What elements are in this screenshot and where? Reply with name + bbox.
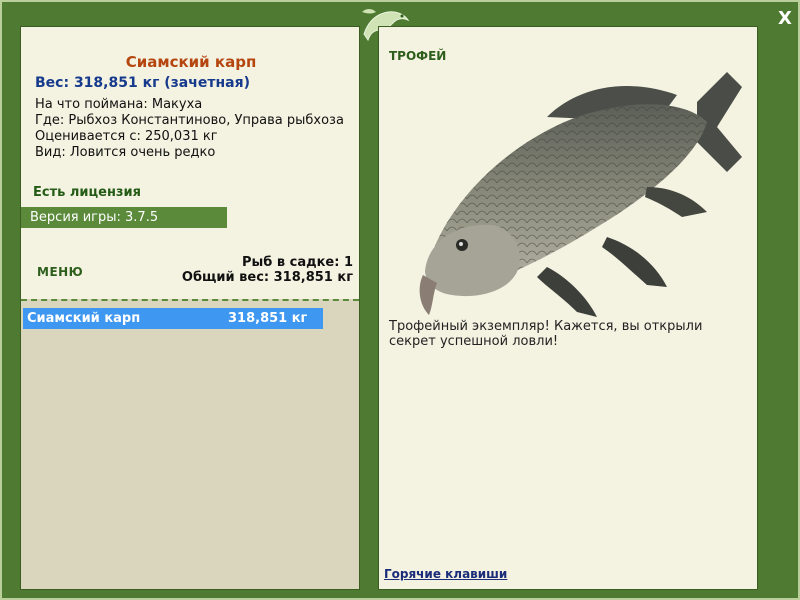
game-version: Версия игры: 3.7.5 [21,207,227,228]
keepnet-count: Рыб в садке: 1 [241,255,353,270]
fish-name: Сиамский карп [125,53,257,71]
valued-from: Оценивается с: 250,031 кг [35,129,218,144]
game-window: X Сиамский карп Вес: 318,851 кг (зачетна… [0,0,800,600]
fish-weight: Вес: 318,851 кг (зачетная) [35,75,250,91]
catch-location: Где: Рыбхоз Константиново, Управа рыбхоз… [35,113,344,128]
fish-image [419,72,742,317]
keepnet-list: Сиамский карп 318,851 кг [21,299,359,589]
caught-on: На что поймана: Макуха [35,97,203,112]
trophy-panel: ТРОФЕЙ Трофейный экземпляр! Кажется, вы … [378,26,758,590]
close-button[interactable]: X [774,8,796,30]
fish-info-panel: Сиамский карп Вес: 318,851 кг (зачетная)… [20,26,360,590]
keepnet-stats: Рыб в садке: 1 Общий вес: 318,851 кг [182,255,353,285]
list-item-weight: 318,851 кг [228,311,308,326]
license-status: Есть лицензия [33,185,141,200]
trophy-description: Трофейный экземпляр! Кажется, вы открыли… [389,319,703,349]
fish-rarity: Вид: Ловится очень редко [35,145,216,160]
list-item[interactable]: Сиамский карп 318,851 кг [23,308,323,329]
list-item-name: Сиамский карп [27,311,141,326]
keepnet-total-weight: Общий вес: 318,851 кг [181,270,353,285]
menu-button[interactable]: МЕНЮ [37,265,83,279]
hotkeys-link[interactable]: Горячие клавиши [384,567,507,581]
close-icon: X [778,8,792,29]
